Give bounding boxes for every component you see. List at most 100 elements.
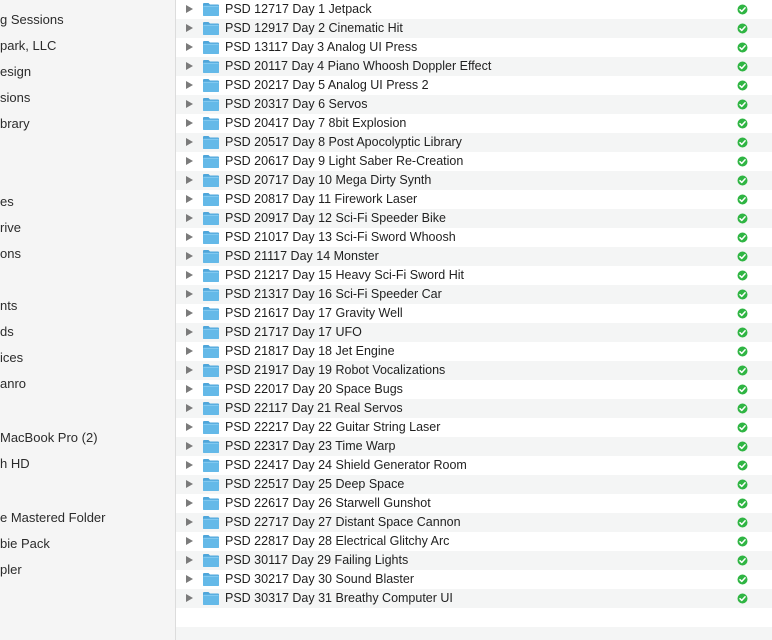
disclosure-triangle-icon[interactable] [186, 233, 193, 241]
synced-checkmark-icon [737, 517, 748, 528]
list-item[interactable]: PSD 20817 Day 11 Firework Laser [176, 190, 772, 209]
sidebar-item[interactable]: ices [0, 350, 23, 366]
list-item[interactable]: PSD 30317 Day 31 Breathy Computer UI [176, 589, 772, 608]
synced-checkmark-icon [737, 137, 748, 148]
synced-checkmark-icon [737, 118, 748, 129]
list-item[interactable]: PSD 21217 Day 15 Heavy Sci-Fi Sword Hit [176, 266, 772, 285]
synced-checkmark-icon [737, 61, 748, 72]
sidebar-item[interactable]: rive [0, 220, 21, 236]
disclosure-triangle-icon[interactable] [186, 5, 193, 13]
folder-name: PSD 22017 Day 20 Space Bugs [225, 382, 403, 396]
disclosure-triangle-icon[interactable] [186, 423, 193, 431]
disclosure-triangle-icon[interactable] [186, 157, 193, 165]
folder-icon [203, 497, 219, 510]
disclosure-triangle-icon[interactable] [186, 404, 193, 412]
synced-checkmark-icon [737, 232, 748, 243]
disclosure-triangle-icon[interactable] [186, 461, 193, 469]
disclosure-triangle-icon[interactable] [186, 252, 193, 260]
disclosure-triangle-icon[interactable] [186, 100, 193, 108]
list-item[interactable]: PSD 20117 Day 4 Piano Whoosh Doppler Eff… [176, 57, 772, 76]
sidebar-item[interactable]: g Sessions [0, 12, 64, 28]
disclosure-triangle-icon[interactable] [186, 518, 193, 526]
disclosure-triangle-icon[interactable] [186, 347, 193, 355]
list-item[interactable]: PSD 22417 Day 24 Shield Generator Room [176, 456, 772, 475]
disclosure-triangle-icon[interactable] [186, 271, 193, 279]
disclosure-triangle-icon[interactable] [186, 442, 193, 450]
sidebar-item[interactable]: bie Pack [0, 536, 50, 552]
synced-checkmark-icon [737, 460, 748, 471]
disclosure-triangle-icon[interactable] [186, 290, 193, 298]
list-item[interactable]: PSD 12717 Day 1 Jetpack [176, 0, 772, 19]
synced-checkmark-icon [737, 23, 748, 34]
sidebar-item[interactable]: brary [0, 116, 30, 132]
disclosure-triangle-icon[interactable] [186, 594, 193, 602]
synced-checkmark-icon [737, 308, 748, 319]
list-item[interactable]: PSD 30217 Day 30 Sound Blaster [176, 570, 772, 589]
list-item[interactable]: PSD 20417 Day 7 8bit Explosion [176, 114, 772, 133]
folder-icon [203, 136, 219, 149]
sidebar-item[interactable]: nts [0, 298, 17, 314]
list-item[interactable]: PSD 21117 Day 14 Monster [176, 247, 772, 266]
folder-icon [203, 307, 219, 320]
list-item[interactable]: PSD 22017 Day 20 Space Bugs [176, 380, 772, 399]
sidebar-item[interactable]: h HD [0, 456, 30, 472]
list-item[interactable]: PSD 22317 Day 23 Time Warp [176, 437, 772, 456]
list-item[interactable]: PSD 21817 Day 18 Jet Engine [176, 342, 772, 361]
list-item[interactable]: PSD 21017 Day 13 Sci-Fi Sword Whoosh [176, 228, 772, 247]
sidebar-item[interactable]: pler [0, 562, 22, 578]
list-item[interactable]: PSD 22817 Day 28 Electrical Glitchy Arc [176, 532, 772, 551]
disclosure-triangle-icon[interactable] [186, 43, 193, 51]
disclosure-triangle-icon[interactable] [186, 138, 193, 146]
list-item[interactable]: PSD 20317 Day 6 Servos [176, 95, 772, 114]
list-item[interactable]: PSD 20917 Day 12 Sci-Fi Speeder Bike [176, 209, 772, 228]
list-item[interactable]: PSD 22617 Day 26 Starwell Gunshot [176, 494, 772, 513]
disclosure-triangle-icon[interactable] [186, 328, 193, 336]
sidebar-item[interactable]: esign [0, 64, 31, 80]
disclosure-triangle-icon[interactable] [186, 195, 193, 203]
folder-name: PSD 20517 Day 8 Post Apocolyptic Library [225, 135, 462, 149]
sidebar-item[interactable]: MacBook Pro (2) [0, 430, 98, 446]
sidebar-item[interactable]: anro [0, 376, 26, 392]
list-item[interactable]: PSD 21617 Day 17 Gravity Well [176, 304, 772, 323]
list-item[interactable]: PSD 22517 Day 25 Deep Space [176, 475, 772, 494]
list-item[interactable]: PSD 20217 Day 5 Analog UI Press 2 [176, 76, 772, 95]
disclosure-triangle-icon[interactable] [186, 556, 193, 564]
disclosure-triangle-icon[interactable] [186, 537, 193, 545]
list-item[interactable]: PSD 12917 Day 2 Cinematic Hit [176, 19, 772, 38]
disclosure-triangle-icon[interactable] [186, 176, 193, 184]
disclosure-triangle-icon[interactable] [186, 499, 193, 507]
disclosure-triangle-icon[interactable] [186, 575, 193, 583]
list-item[interactable]: PSD 20517 Day 8 Post Apocolyptic Library [176, 133, 772, 152]
sidebar-item[interactable]: sions [0, 90, 30, 106]
disclosure-triangle-icon[interactable] [186, 62, 193, 70]
disclosure-triangle-icon[interactable] [186, 119, 193, 127]
sidebar-item[interactable]: e Mastered Folder [0, 510, 106, 526]
list-item[interactable]: PSD 20717 Day 10 Mega Dirty Synth [176, 171, 772, 190]
list-item[interactable]: PSD 22217 Day 22 Guitar String Laser [176, 418, 772, 437]
disclosure-triangle-icon[interactable] [186, 309, 193, 317]
list-item[interactable]: PSD 22717 Day 27 Distant Space Cannon [176, 513, 772, 532]
list-item[interactable]: PSD 13117 Day 3 Analog UI Press [176, 38, 772, 57]
list-item[interactable]: PSD 30117 Day 29 Failing Lights [176, 551, 772, 570]
sidebar-item[interactable]: ds [0, 324, 14, 340]
folder-name: PSD 21317 Day 16 Sci-Fi Speeder Car [225, 287, 442, 301]
list-item[interactable]: PSD 21917 Day 19 Robot Vocalizations [176, 361, 772, 380]
folder-icon [203, 554, 219, 567]
disclosure-triangle-icon[interactable] [186, 24, 193, 32]
disclosure-triangle-icon[interactable] [186, 214, 193, 222]
list-item[interactable]: PSD 21717 Day 17 UFO [176, 323, 772, 342]
synced-checkmark-icon [737, 555, 748, 566]
sidebar-item[interactable]: ons [0, 246, 21, 262]
disclosure-triangle-icon[interactable] [186, 480, 193, 488]
folder-name: PSD 20417 Day 7 8bit Explosion [225, 116, 407, 130]
disclosure-triangle-icon[interactable] [186, 385, 193, 393]
list-item[interactable]: PSD 21317 Day 16 Sci-Fi Speeder Car [176, 285, 772, 304]
synced-checkmark-icon [737, 498, 748, 509]
list-item[interactable]: PSD 22117 Day 21 Real Servos [176, 399, 772, 418]
folder-name: PSD 21217 Day 15 Heavy Sci-Fi Sword Hit [225, 268, 464, 282]
disclosure-triangle-icon[interactable] [186, 81, 193, 89]
sidebar-item[interactable]: park, LLC [0, 38, 56, 54]
disclosure-triangle-icon[interactable] [186, 366, 193, 374]
sidebar-item[interactable]: es [0, 194, 14, 210]
list-item[interactable]: PSD 20617 Day 9 Light Saber Re-Creation [176, 152, 772, 171]
